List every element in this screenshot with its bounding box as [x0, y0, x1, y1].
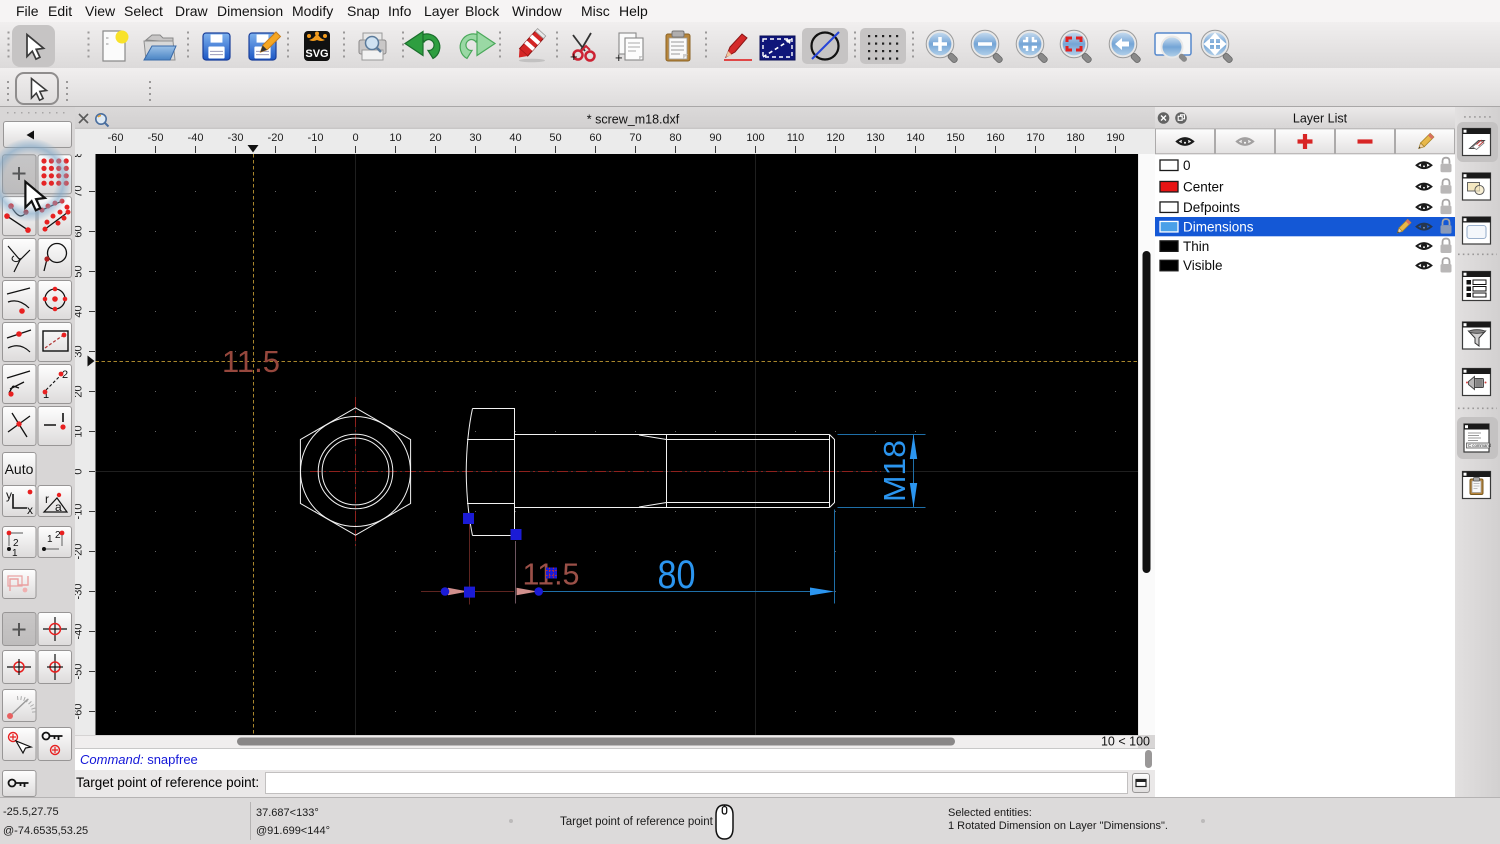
svg-text:Defpoints: Defpoints	[1183, 200, 1240, 215]
svg-text:30: 30	[75, 345, 85, 357]
svg-text:1: 1	[47, 534, 53, 545]
svg-text:60: 60	[75, 225, 85, 237]
svg-text:-40: -40	[75, 624, 85, 640]
svg-text:30: 30	[469, 132, 481, 144]
svg-text:120: 120	[826, 132, 844, 144]
svg-text:80: 80	[669, 132, 681, 144]
svg-text:10: 10	[389, 132, 401, 144]
svg-text:190: 190	[1106, 132, 1124, 144]
svg-text:-60: -60	[75, 704, 85, 720]
svg-text:10: 10	[75, 425, 85, 437]
svg-text:50: 50	[549, 132, 561, 144]
svg-text:70: 70	[75, 185, 85, 197]
svg-text:y: y	[6, 488, 12, 502]
svg-text:-30: -30	[228, 132, 244, 144]
svg-text:160: 160	[986, 132, 1004, 144]
svg-text:100: 100	[746, 132, 764, 144]
svg-text:-50: -50	[75, 664, 85, 680]
svg-text:150: 150	[946, 132, 964, 144]
svg-text:Layer List: Layer List	[1293, 112, 1348, 126]
svg-text:0: 0	[75, 468, 85, 474]
svg-text:11.5: 11.5	[222, 344, 280, 379]
svg-text:10 < 100: 10 < 100	[1101, 735, 1150, 749]
svg-text:SVG: SVG	[305, 48, 328, 60]
svg-text:-50: -50	[148, 132, 164, 144]
svg-text:2: 2	[55, 530, 61, 541]
svg-text:110: 110	[787, 132, 805, 144]
svg-text:+: +	[615, 50, 623, 65]
svg-text:-10: -10	[75, 504, 85, 520]
svg-text:180: 180	[1066, 132, 1084, 144]
svg-text:20: 20	[429, 132, 441, 144]
svg-text:170: 170	[1026, 132, 1044, 144]
svg-text:Thin: Thin	[1183, 239, 1209, 254]
svg-text:C command: C command	[1468, 443, 1492, 448]
svg-text:Visible: Visible	[1183, 258, 1223, 273]
svg-text:-10: -10	[308, 132, 324, 144]
svg-text:-20: -20	[75, 544, 85, 560]
svg-text:0: 0	[352, 132, 358, 144]
svg-text:130: 130	[866, 132, 884, 144]
svg-text:80: 80	[658, 553, 696, 597]
svg-text:140: 140	[906, 132, 924, 144]
svg-text:40: 40	[75, 305, 85, 317]
svg-text:-60: -60	[108, 132, 124, 144]
svg-text:60: 60	[589, 132, 601, 144]
svg-text:M18: M18	[877, 440, 912, 502]
svg-text:Dimensions: Dimensions	[1183, 219, 1254, 234]
svg-text:* screw_m18.dxf: * screw_m18.dxf	[587, 113, 680, 127]
svg-text:Auto: Auto	[5, 461, 34, 477]
svg-text:70: 70	[629, 132, 641, 144]
svg-text:0: 0	[1183, 158, 1191, 173]
svg-text:a: a	[55, 500, 62, 514]
svg-text:1: 1	[12, 548, 18, 559]
svg-text:Center: Center	[1183, 179, 1224, 194]
svg-text:-30: -30	[75, 584, 85, 600]
svg-text:r: r	[45, 492, 49, 506]
svg-text:+: +	[570, 49, 578, 64]
svg-text:40: 40	[509, 132, 521, 144]
svg-text:20: 20	[75, 385, 85, 397]
svg-text:90: 90	[709, 132, 721, 144]
svg-text:50: 50	[75, 265, 85, 277]
svg-text:x: x	[27, 503, 33, 517]
svg-text:-40: -40	[188, 132, 204, 144]
svg-text:-20: -20	[268, 132, 284, 144]
